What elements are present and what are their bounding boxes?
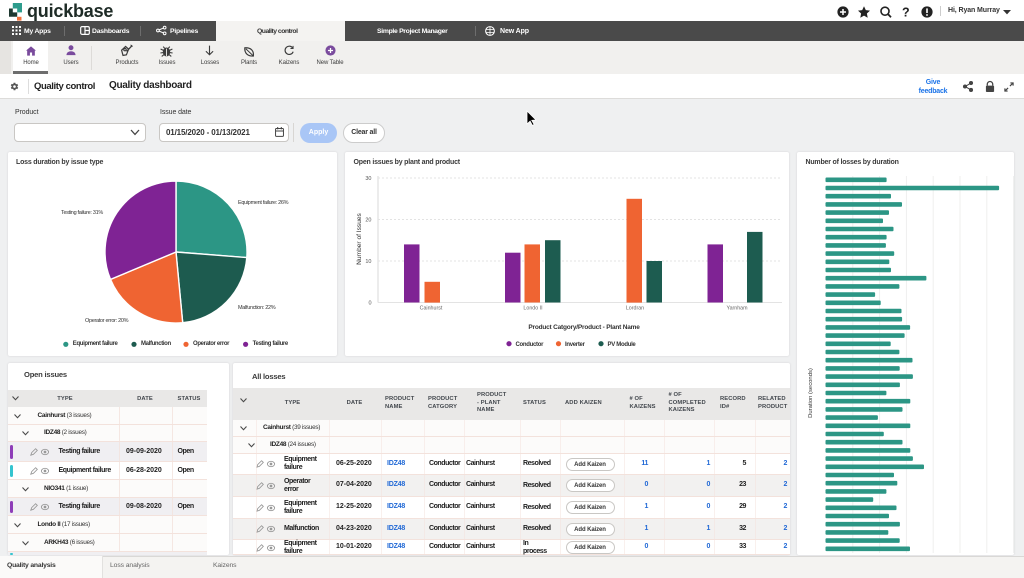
- svg-text:Duration (seconds): Duration (seconds): [808, 368, 814, 418]
